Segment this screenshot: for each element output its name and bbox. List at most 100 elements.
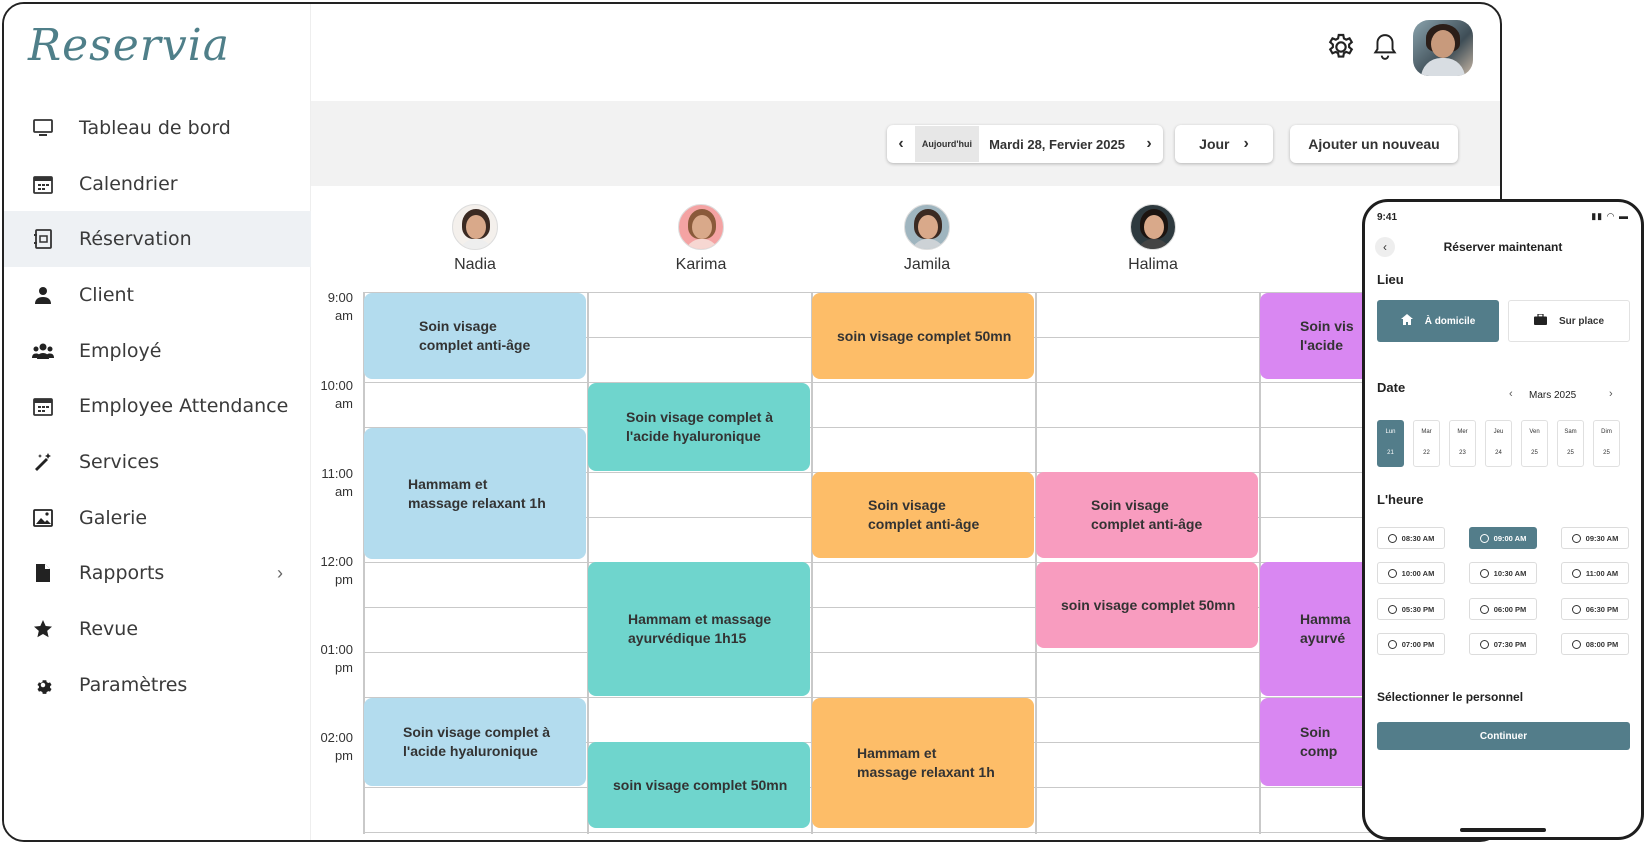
magic-wand-icon bbox=[32, 451, 54, 473]
sidebar-item-galerie[interactable]: Galerie bbox=[4, 490, 311, 546]
sidebar-item-rapports[interactable]: Rapports › bbox=[4, 546, 311, 602]
sidebar-item-label: Rapports bbox=[79, 562, 165, 585]
gear-icon[interactable] bbox=[1324, 30, 1358, 64]
screen-title: Réserver maintenant bbox=[1443, 240, 1563, 254]
day-option[interactable]: Dim 25 bbox=[1593, 420, 1620, 467]
continue-button[interactable]: Continuer bbox=[1377, 722, 1630, 750]
time-label: 01:00 pm bbox=[320, 642, 353, 675]
home-option-button[interactable]: À domicile bbox=[1377, 300, 1499, 342]
time-slot[interactable]: 09:30 AM bbox=[1561, 527, 1629, 549]
staff-avatar bbox=[904, 204, 950, 250]
time-slot[interactable]: 10:00 AM bbox=[1377, 562, 1445, 584]
day-option[interactable]: Lun 21 bbox=[1377, 420, 1404, 467]
bell-icon[interactable] bbox=[1368, 30, 1402, 64]
clock-icon bbox=[1571, 604, 1581, 614]
avatar-body bbox=[1421, 58, 1465, 76]
add-new-button[interactable]: Ajouter un nouveau bbox=[1290, 125, 1458, 163]
sidebar-item-services[interactable]: Services bbox=[4, 434, 311, 490]
sidebar-item-revue[interactable]: Revue bbox=[4, 601, 311, 657]
day-option[interactable]: Ven 25 bbox=[1521, 420, 1548, 467]
sidebar-item-label: Galerie bbox=[79, 506, 148, 529]
view-select-button[interactable]: Jour › bbox=[1175, 125, 1273, 163]
appointment-card[interactable]: Hammam et massage relaxant 1h bbox=[364, 428, 586, 559]
on-site-option-label: Sur place bbox=[1558, 315, 1605, 327]
view-label: Jour bbox=[1199, 136, 1230, 152]
logo: Reservia bbox=[28, 20, 230, 71]
time-slot[interactable]: 05:30 PM bbox=[1377, 598, 1445, 620]
appointment-card[interactable]: soin visage complet 50mn bbox=[588, 742, 810, 828]
home-option-label: À domicile bbox=[1424, 315, 1476, 327]
today-button[interactable]: Aujourd'hui bbox=[915, 126, 979, 162]
clock-icon bbox=[1387, 604, 1397, 614]
appointment-card[interactable]: Soin visage complet à l'acide hyaluroniqu… bbox=[364, 698, 586, 786]
staff-name: Karima bbox=[675, 256, 727, 273]
time-slot[interactable]: 11:00 AM bbox=[1561, 562, 1629, 584]
staff-avatar bbox=[1130, 204, 1176, 250]
clock-icon bbox=[1387, 639, 1397, 649]
sidebar-item-client[interactable]: Client bbox=[4, 267, 311, 323]
sidebar-item-label: Réservation bbox=[79, 228, 192, 251]
time-slot[interactable]: 06:00 PM bbox=[1469, 598, 1537, 620]
chevron-right-icon[interactable]: › bbox=[1135, 135, 1163, 153]
appointment-card[interactable]: soin visage complet 50mn bbox=[1036, 562, 1258, 648]
clock-icon bbox=[1479, 533, 1489, 543]
time-slot[interactable]: 07:00 PM bbox=[1377, 633, 1445, 655]
day-option[interactable]: Jeu 24 bbox=[1485, 420, 1512, 467]
chevron-right-icon: › bbox=[1243, 135, 1249, 152]
location-label: Lieu bbox=[1377, 272, 1404, 287]
home-icon bbox=[1400, 314, 1413, 328]
on-site-option-button[interactable]: Sur place bbox=[1508, 300, 1630, 342]
sidebar: Reservia Tableau de bord Calendrier Rése… bbox=[4, 4, 311, 840]
time-label: 9:00 am bbox=[327, 290, 353, 323]
sidebar-item-reservation[interactable]: Réservation bbox=[4, 211, 311, 268]
appointment-card[interactable]: Soin visage complet à l'acide hyaluroniqu… bbox=[588, 383, 810, 471]
time-label: 12:00 pm bbox=[320, 554, 353, 587]
avatar[interactable] bbox=[1413, 20, 1473, 76]
staff-header-karima[interactable]: Karima bbox=[641, 204, 761, 274]
booking-icon bbox=[32, 228, 54, 250]
time-slot[interactable]: 09:00 AM bbox=[1469, 527, 1537, 549]
sidebar-item-parametres[interactable]: Paramètres bbox=[4, 657, 311, 713]
sidebar-nav: Tableau de bord Calendrier Réservation C… bbox=[4, 100, 311, 713]
staff-header-nadia[interactable]: Nadia bbox=[415, 204, 535, 274]
appointment-card[interactable]: Hammam et massage ayurvédique 1h15 bbox=[588, 562, 810, 696]
appointment-card[interactable]: Soin visage complet anti-âge bbox=[1036, 472, 1258, 558]
time-label: 02:00 pm bbox=[320, 730, 353, 763]
briefcase-icon bbox=[1533, 313, 1547, 328]
time-slot[interactable]: 08:30 AM bbox=[1377, 527, 1445, 549]
staff-avatar bbox=[678, 204, 724, 250]
star-icon bbox=[32, 618, 54, 640]
chevron-right-icon[interactable]: › bbox=[277, 563, 283, 584]
status-icons: ▮▮ ◠ ▬ bbox=[1591, 211, 1629, 221]
appointment-card[interactable]: Soin visage complet anti-âge bbox=[812, 472, 1034, 558]
sidebar-item-tableau-de-bord[interactable]: Tableau de bord bbox=[4, 100, 311, 156]
time-label: 10:00 am bbox=[320, 378, 353, 411]
sidebar-item-employee-attendance[interactable]: Employee Attendance bbox=[4, 378, 311, 434]
time-slot[interactable]: 08:00 PM bbox=[1561, 633, 1629, 655]
status-time: 9:41 bbox=[1377, 212, 1398, 223]
appointment-card[interactable]: Hammam et massage relaxant 1h bbox=[812, 698, 1034, 828]
chevron-left-icon[interactable]: ‹ bbox=[887, 135, 915, 153]
staff-header-halima[interactable]: Halima bbox=[1093, 204, 1213, 274]
day-option[interactable]: Mer 23 bbox=[1449, 420, 1476, 467]
clock-icon bbox=[1479, 568, 1489, 578]
day-option[interactable]: Sam 25 bbox=[1557, 420, 1584, 467]
sidebar-item-label: Calendrier bbox=[79, 172, 178, 195]
time-slot[interactable]: 10:30 AM bbox=[1469, 562, 1537, 584]
sidebar-item-employe[interactable]: Employé bbox=[4, 323, 311, 379]
appointment-card[interactable]: Soin visage complet anti-âge bbox=[364, 293, 586, 379]
sidebar-item-calendrier[interactable]: Calendrier bbox=[4, 156, 311, 212]
time-slot[interactable]: 07:30 PM bbox=[1469, 633, 1537, 655]
chevron-left-icon[interactable]: ‹ bbox=[1509, 388, 1513, 400]
sidebar-item-label: Tableau de bord bbox=[79, 116, 231, 139]
time-slot[interactable]: 06:30 PM bbox=[1561, 598, 1629, 620]
day-option[interactable]: Mar 22 bbox=[1413, 420, 1440, 467]
gear-icon bbox=[32, 674, 54, 696]
mobile-booking-screen: 9:41 ▮▮ ◠ ▬ ‹ Réserver maintenant Lieu À… bbox=[1362, 199, 1644, 840]
staff-name: Halima bbox=[1128, 256, 1178, 273]
appointment-card[interactable]: soin visage complet 50mn bbox=[812, 293, 1034, 379]
staff-name: Jamila bbox=[903, 256, 951, 273]
staff-header-jamila[interactable]: Jamila bbox=[867, 204, 987, 274]
clock-icon bbox=[1571, 533, 1581, 543]
chevron-right-icon[interactable]: › bbox=[1609, 388, 1613, 400]
